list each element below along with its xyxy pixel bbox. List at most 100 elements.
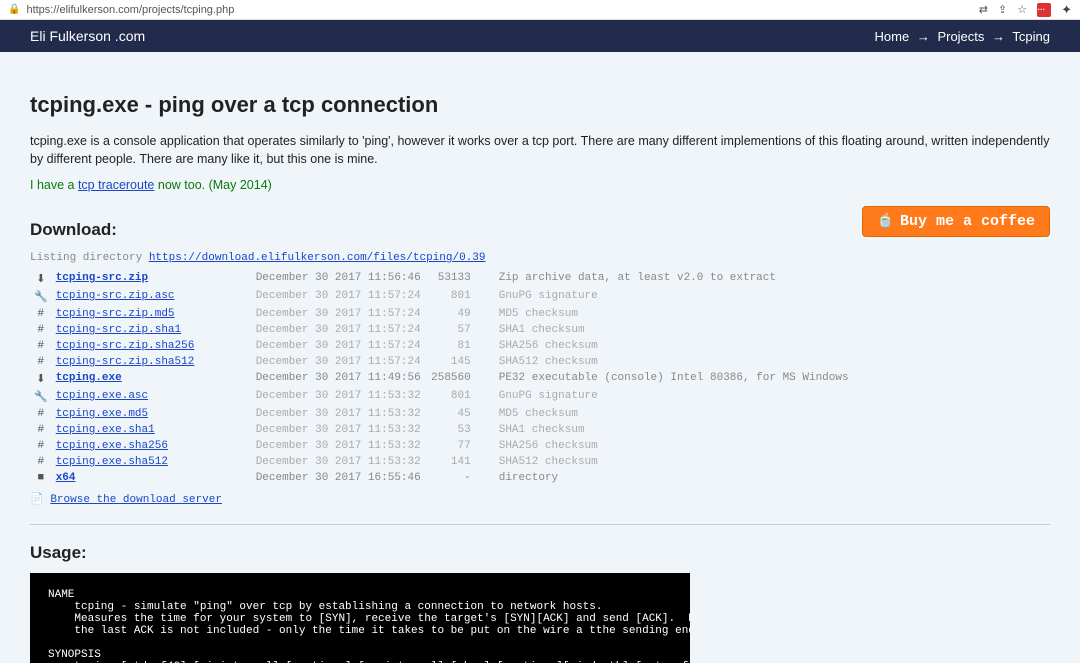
- file-link[interactable]: tcping-src.zip.sha512: [56, 356, 195, 368]
- file-size: 45: [425, 406, 495, 422]
- lock-icon: 🔒: [8, 4, 20, 15]
- table-row: 🔧 tcping.exe.asc December 30 2017 11:53:32…: [30, 388, 1050, 406]
- file-link[interactable]: tcping-src.zip.sha256: [56, 340, 195, 352]
- table-row: #tcping.exe.sha1December 30 2017 11:53:3…: [30, 422, 1050, 438]
- browse-download-server-link[interactable]: Browse the download server: [50, 494, 222, 506]
- file-link[interactable]: tcping-src.zip.asc: [56, 290, 175, 302]
- file-link[interactable]: tcping.exe.sha512: [56, 456, 168, 468]
- table-row: ⬇ tcping.exe December 30 2017 11:49:562585…: [30, 370, 1050, 388]
- table-row: # tcping.exe.md5 December 30 2017 11:53:32…: [30, 406, 1050, 422]
- file-date: December 30 2017 11:53:32: [252, 406, 425, 422]
- tcp-traceroute-link[interactable]: tcp traceroute: [78, 178, 154, 192]
- breadcrumb-home[interactable]: Home: [875, 29, 910, 44]
- breadcrumb: Home → Projects → Tcping: [875, 29, 1051, 44]
- breadcrumb-tcping[interactable]: Tcping: [1012, 29, 1050, 44]
- download-heading: Download:: [30, 220, 862, 240]
- hash-icon: #: [30, 322, 52, 338]
- table-row: ⬇ tcping-src.zip December 30 2017 11:56:46…: [30, 270, 1050, 288]
- file-description: Zip archive data, at least v2.0 to extra…: [495, 270, 1050, 288]
- browser-address-bar: 🔒 https://elifulkerson.com/projects/tcpi…: [0, 0, 1080, 20]
- file-size: 258560: [425, 370, 495, 388]
- hash-icon: #: [30, 406, 52, 422]
- file-description: SHA256 checksum: [495, 338, 1050, 354]
- table-row: # tcping-src.zip.md5 December 30 2017 11:5…: [30, 306, 1050, 322]
- file-size: 81: [425, 338, 495, 354]
- download-icon: ⬇: [30, 370, 52, 388]
- file-link[interactable]: tcping.exe.md5: [56, 408, 148, 420]
- coffee-cup-icon: 🍵: [877, 213, 894, 230]
- breadcrumb-projects[interactable]: Projects: [937, 29, 984, 44]
- page-title: tcping.exe - ping over a tcp connection: [30, 92, 1050, 118]
- file-link[interactable]: tcping-src.zip.md5: [56, 308, 175, 320]
- file-link[interactable]: x64: [56, 472, 76, 484]
- file-size: 801: [425, 388, 495, 406]
- file-date: December 30 2017 16:55:46: [252, 470, 425, 486]
- top-nav: Eli Fulkerson .com Home → Projects → Tcp…: [0, 20, 1080, 52]
- site-brand[interactable]: Eli Fulkerson .com: [30, 28, 145, 44]
- download-icon: ⬇: [30, 270, 52, 288]
- file-link[interactable]: tcping.exe: [56, 372, 122, 384]
- file-date: December 30 2017 11:53:32: [252, 438, 425, 454]
- intro-paragraph: tcping.exe is a console application that…: [30, 132, 1050, 168]
- table-row: #tcping.exe.sha512December 30 2017 11:53…: [30, 454, 1050, 470]
- main-content: tcping.exe - ping over a tcp connection …: [0, 52, 1080, 663]
- table-row: # tcping-src.zip.sha512 December 30 2017 1…: [30, 354, 1050, 370]
- file-date: December 30 2017 11:57:24: [252, 338, 425, 354]
- note-line: I have a tcp traceroute now too. (May 20…: [30, 178, 1050, 192]
- hash-icon: #: [30, 338, 52, 354]
- file-description: MD5 checksum: [495, 406, 1050, 422]
- key-icon: 🔧: [30, 388, 52, 406]
- file-link[interactable]: tcping-src.zip: [56, 272, 148, 284]
- table-row: 🔧tcping-src.zip.ascDecember 30 2017 11:5…: [30, 288, 1050, 306]
- file-size: 141: [425, 454, 495, 470]
- section-divider: [30, 524, 1050, 525]
- browse-download-server: 📄 Browse the download server: [30, 492, 1050, 506]
- star-icon[interactable]: ☆: [1017, 3, 1027, 16]
- file-size: 53: [425, 422, 495, 438]
- table-row: ■x64December 30 2017 16:55:46-directory: [30, 470, 1050, 486]
- file-description: MD5 checksum: [495, 306, 1050, 322]
- file-date: December 30 2017 11:57:24: [252, 354, 425, 370]
- file-listing-table: ⬇ tcping-src.zip December 30 2017 11:56:46…: [30, 270, 1050, 486]
- file-size: 49: [425, 306, 495, 322]
- buy-me-a-coffee-button[interactable]: 🍵 Buy me a coffee: [862, 206, 1050, 237]
- listing-url-link[interactable]: https://download.elifulkerson.com/files/…: [149, 252, 486, 264]
- hash-icon: #: [30, 306, 52, 322]
- file-description: directory: [495, 470, 1050, 486]
- file-size: 53133: [425, 270, 495, 288]
- file-description: SHA1 checksum: [495, 322, 1050, 338]
- file-date: December 30 2017 11:56:46: [252, 270, 425, 288]
- file-description: GnuPG signature: [495, 288, 1050, 306]
- file-link[interactable]: tcping.exe.sha256: [56, 440, 168, 452]
- hash-icon: #: [30, 354, 52, 370]
- note-suffix: now too. (May 2014): [154, 178, 271, 192]
- file-size: -: [425, 470, 495, 486]
- usage-terminal: NAME tcping - simulate "ping" over tcp b…: [30, 573, 690, 663]
- file-link[interactable]: tcping.exe.sha1: [56, 424, 155, 436]
- file-description: SHA1 checksum: [495, 422, 1050, 438]
- file-date: December 30 2017 11:49:56: [252, 370, 425, 388]
- hash-icon: #: [30, 454, 52, 470]
- breadcrumb-arrow-icon: →: [992, 29, 1005, 44]
- extension-red-icon[interactable]: …: [1037, 3, 1051, 17]
- browser-extension-icons: ⇄ ⇪ ☆ … ✦: [979, 2, 1072, 18]
- table-row: # tcping-src.zip.sha1 December 30 2017 11:…: [30, 322, 1050, 338]
- breadcrumb-arrow-icon: →: [917, 29, 930, 44]
- extensions-puzzle-icon[interactable]: ✦: [1061, 2, 1072, 18]
- table-row: #tcping.exe.sha256December 30 2017 11:53…: [30, 438, 1050, 454]
- share-icon[interactable]: ⇪: [998, 3, 1007, 16]
- file-date: December 30 2017 11:53:32: [252, 388, 425, 406]
- file-date: December 30 2017 11:57:24: [252, 322, 425, 338]
- file-link[interactable]: tcping-src.zip.sha1: [56, 324, 181, 336]
- listing-directory-line: Listing directory https://download.elifu…: [30, 252, 1050, 264]
- file-link[interactable]: tcping.exe.asc: [56, 390, 148, 402]
- listing-prefix: Listing directory: [30, 252, 149, 264]
- table-row: # tcping-src.zip.sha256 December 30 2017 1…: [30, 338, 1050, 354]
- translate-icon[interactable]: ⇄: [979, 3, 988, 16]
- key-icon: 🔧: [30, 288, 52, 306]
- file-size: 801: [425, 288, 495, 306]
- file-date: December 30 2017 11:57:24: [252, 306, 425, 322]
- file-description: SHA512 checksum: [495, 354, 1050, 370]
- file-description: PE32 executable (console) Intel 80386, f…: [495, 370, 1050, 388]
- browser-url[interactable]: https://elifulkerson.com/projects/tcping…: [26, 4, 978, 16]
